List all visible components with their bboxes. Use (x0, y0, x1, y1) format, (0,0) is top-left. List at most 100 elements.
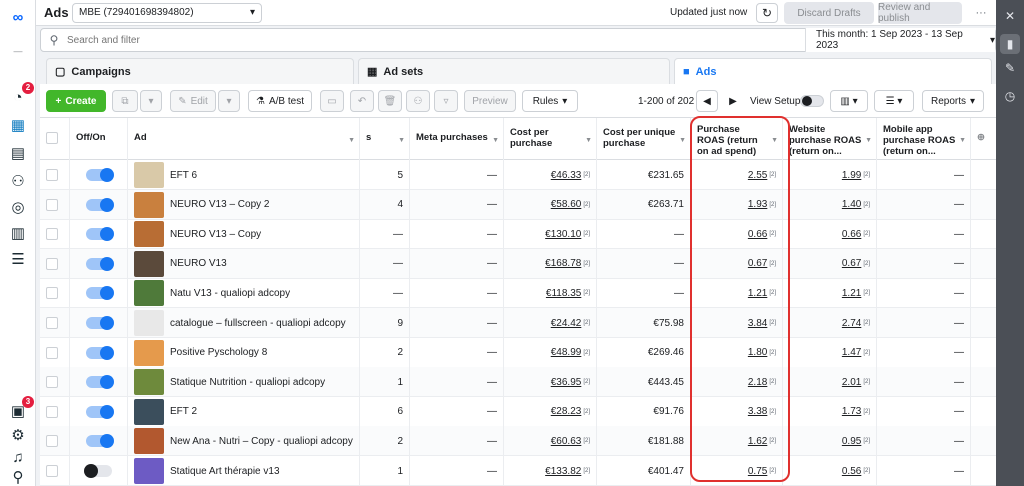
website-roas-cell-value[interactable]: 1.99 (842, 170, 861, 181)
search-icon[interactable]: ⚲ (7, 466, 29, 486)
delete-button[interactable]: 🗑 (378, 90, 402, 112)
edit-dropdown[interactable]: ▾ (218, 90, 240, 112)
edit-button[interactable]: ✎ Edit (170, 90, 216, 112)
rules-button[interactable]: Rules ▾ (522, 90, 578, 112)
purchase-roas-cell-value[interactable]: 1.21 (748, 288, 767, 299)
add-column-icon[interactable]: ⊕ (971, 118, 996, 160)
ad-name[interactable]: NEURO V13 – Copy (170, 229, 261, 240)
account-selector[interactable]: MBE (729401698394802) ▾ (72, 2, 262, 23)
table-row[interactable]: NEURO V13 – Copy 2 4— €58.60 [2] €263.71 1.93… (40, 189, 996, 220)
cost-per-purchase-cell-value[interactable]: €58.60 (551, 199, 582, 210)
cost-per-purchase-cell-value[interactable]: €60.63 (551, 436, 582, 447)
close-icon[interactable]: ✕ (1000, 6, 1020, 26)
ad-name-cell[interactable]: Statique Nutrition - qualiopi adcopy (128, 367, 360, 398)
row-checkbox[interactable] (46, 228, 58, 241)
purchase-roas-cell-value[interactable]: 2.55 (748, 170, 767, 181)
pencil-icon[interactable]: ✎ (1000, 58, 1020, 78)
website-roas-cell-value[interactable]: 2.01 (842, 377, 861, 388)
ad-name-cell[interactable]: NEURO V13 (128, 248, 360, 279)
purchase-roas-cell-value[interactable]: 0.67 (748, 258, 767, 269)
header-meta-purchases[interactable]: Meta purchases ▼ (410, 118, 504, 160)
ad-name-cell[interactable]: NEURO V13 – Copy (128, 219, 360, 250)
cost-per-purchase-cell-value[interactable]: €46.33 (551, 170, 582, 181)
ad-status-toggle[interactable] (85, 256, 114, 271)
row-checkbox[interactable] (46, 317, 58, 329)
header-onoff[interactable]: Off/On (70, 118, 128, 160)
discard-drafts-button[interactable]: Discard Drafts (784, 2, 874, 24)
row-checkbox[interactable] (46, 435, 58, 448)
ad-name[interactable]: NEURO V13 – Copy 2 (170, 199, 270, 210)
cost-per-purchase-cell-value[interactable]: €24.42 (551, 318, 582, 329)
website-roas-cell-value[interactable]: 0.67 (842, 258, 861, 269)
ab-test-button[interactable]: ⚗ A/B test (248, 90, 312, 112)
preview-button[interactable]: Preview (464, 90, 516, 112)
purchase-roas-cell-value[interactable]: 1.62 (748, 436, 767, 447)
ad-status-toggle[interactable] (85, 227, 114, 242)
alerts-icon[interactable]: ▣ 3 (7, 396, 34, 422)
cost-per-purchase-cell-value[interactable]: €36.95 (551, 377, 582, 388)
clock-icon[interactable]: ◷ (1000, 86, 1020, 106)
meta-logo-icon[interactable]: ∞ (7, 6, 29, 28)
ad-name-cell[interactable]: NEURO V13 – Copy 2 (128, 189, 360, 220)
bell-icon[interactable]: ♫ (7, 446, 29, 468)
tab-campaigns[interactable]: ▢ Campaigns (46, 58, 354, 84)
purchase-roas-cell-value[interactable]: 2.18 (748, 377, 767, 388)
ad-name-cell[interactable]: Statique Art thérapie v13 (128, 456, 360, 486)
settings-gear-icon[interactable]: ⚙ (7, 424, 29, 446)
bar-chart-icon[interactable]: ▮ (1000, 34, 1020, 54)
header-mobile-roas[interactable]: Mobile app purchase ROAS (return on... ▼ (877, 118, 971, 160)
tag-people-button[interactable]: ⚇ (406, 90, 430, 112)
purchase-roas-cell-value[interactable]: 3.84 (748, 318, 767, 329)
table-row[interactable]: EFT 6 5— €46.33 [2] €231.65 2.55 [2] 1.99 [2] — (40, 160, 996, 190)
cost-per-purchase-cell-value[interactable]: €28.23 (551, 406, 582, 417)
cost-per-purchase-cell-value[interactable]: €130.10 (545, 229, 581, 240)
header-ad[interactable]: Ad ▼ (128, 118, 360, 160)
cost-per-purchase-cell-value[interactable]: €168.78 (545, 258, 581, 269)
ad-name-cell[interactable]: Positive Pyschology 8 (128, 337, 360, 368)
website-roas-cell-value[interactable]: 0.56 (842, 466, 861, 477)
breakdown-button[interactable]: ☰ ▾ (874, 90, 914, 112)
header-cost-per-unique[interactable]: Cost per unique purchase ▼ (597, 118, 691, 160)
cost-per-purchase-cell-value[interactable]: €118.35 (546, 288, 581, 299)
row-checkbox[interactable] (46, 169, 58, 181)
undo-button[interactable]: ↶ (350, 90, 374, 112)
header-purchase-roas[interactable]: Purchase ROAS (return on ad spend) ▼ (691, 118, 783, 160)
cost-per-purchase-cell-value[interactable]: €48.99 (551, 347, 582, 358)
menu-icon[interactable]: ☰ (7, 248, 29, 270)
ad-name[interactable]: Statique Nutrition - qualiopi adcopy (170, 377, 325, 388)
header-cost-per-purchase[interactable]: Cost per purchase ▼ (504, 118, 597, 160)
view-setup-toggle[interactable] (800, 95, 824, 107)
purchase-roas-cell-value[interactable]: 1.93 (748, 199, 767, 210)
ad-name[interactable]: EFT 2 (170, 406, 197, 417)
website-roas-cell-value[interactable]: 2.74 (842, 318, 861, 329)
tab-ads[interactable]: ■ Ads (674, 58, 992, 84)
purchase-roas-cell-value[interactable]: 0.66 (748, 229, 767, 240)
events-icon[interactable]: ◎ (7, 196, 29, 218)
ads-manager-table-icon[interactable]: ▦ (7, 114, 29, 136)
next-page-button[interactable]: ▶ (722, 90, 744, 112)
ad-name[interactable]: catalogue – fullscreen - qualiopi adcopy (170, 318, 346, 329)
ad-name-cell[interactable]: catalogue – fullscreen - qualiopi adcopy (128, 308, 360, 338)
table-row[interactable]: Statique Art thérapie v13 1— €133.82 [2] €40… (40, 456, 996, 486)
comments-button[interactable]: ▿ (434, 90, 458, 112)
website-roas-cell-value[interactable]: 0.95 (842, 436, 861, 447)
row-checkbox[interactable] (46, 465, 58, 477)
website-roas-cell-value[interactable]: 1.73 (842, 406, 861, 417)
ad-status-toggle[interactable] (85, 316, 114, 330)
ad-status-toggle[interactable] (85, 286, 114, 301)
ad-name[interactable]: Natu V13 - qualiopi adcopy (170, 288, 290, 299)
row-checkbox[interactable] (46, 198, 58, 211)
purchase-roas-cell-value[interactable]: 0.75 (748, 466, 767, 477)
header-col-s[interactable]: s ▼ (360, 118, 410, 160)
ad-status-toggle[interactable] (85, 404, 114, 419)
row-checkbox[interactable] (46, 405, 58, 418)
ad-name-cell[interactable]: EFT 2 (128, 396, 360, 427)
website-roas-cell-value[interactable]: 1.47 (842, 347, 861, 358)
header-website-roas[interactable]: Website purchase ROAS (return on... ▼ (783, 118, 877, 160)
ad-name[interactable]: NEURO V13 (170, 258, 227, 269)
row-checkbox[interactable] (46, 257, 58, 270)
website-roas-cell-value[interactable]: 1.21 (842, 288, 861, 299)
duplicate-button[interactable]: ⧉ (112, 90, 138, 112)
row-checkbox[interactable] (46, 346, 58, 359)
ad-name-cell[interactable]: New Ana - Nutri – Copy - qualiopi adcopy (128, 426, 360, 457)
